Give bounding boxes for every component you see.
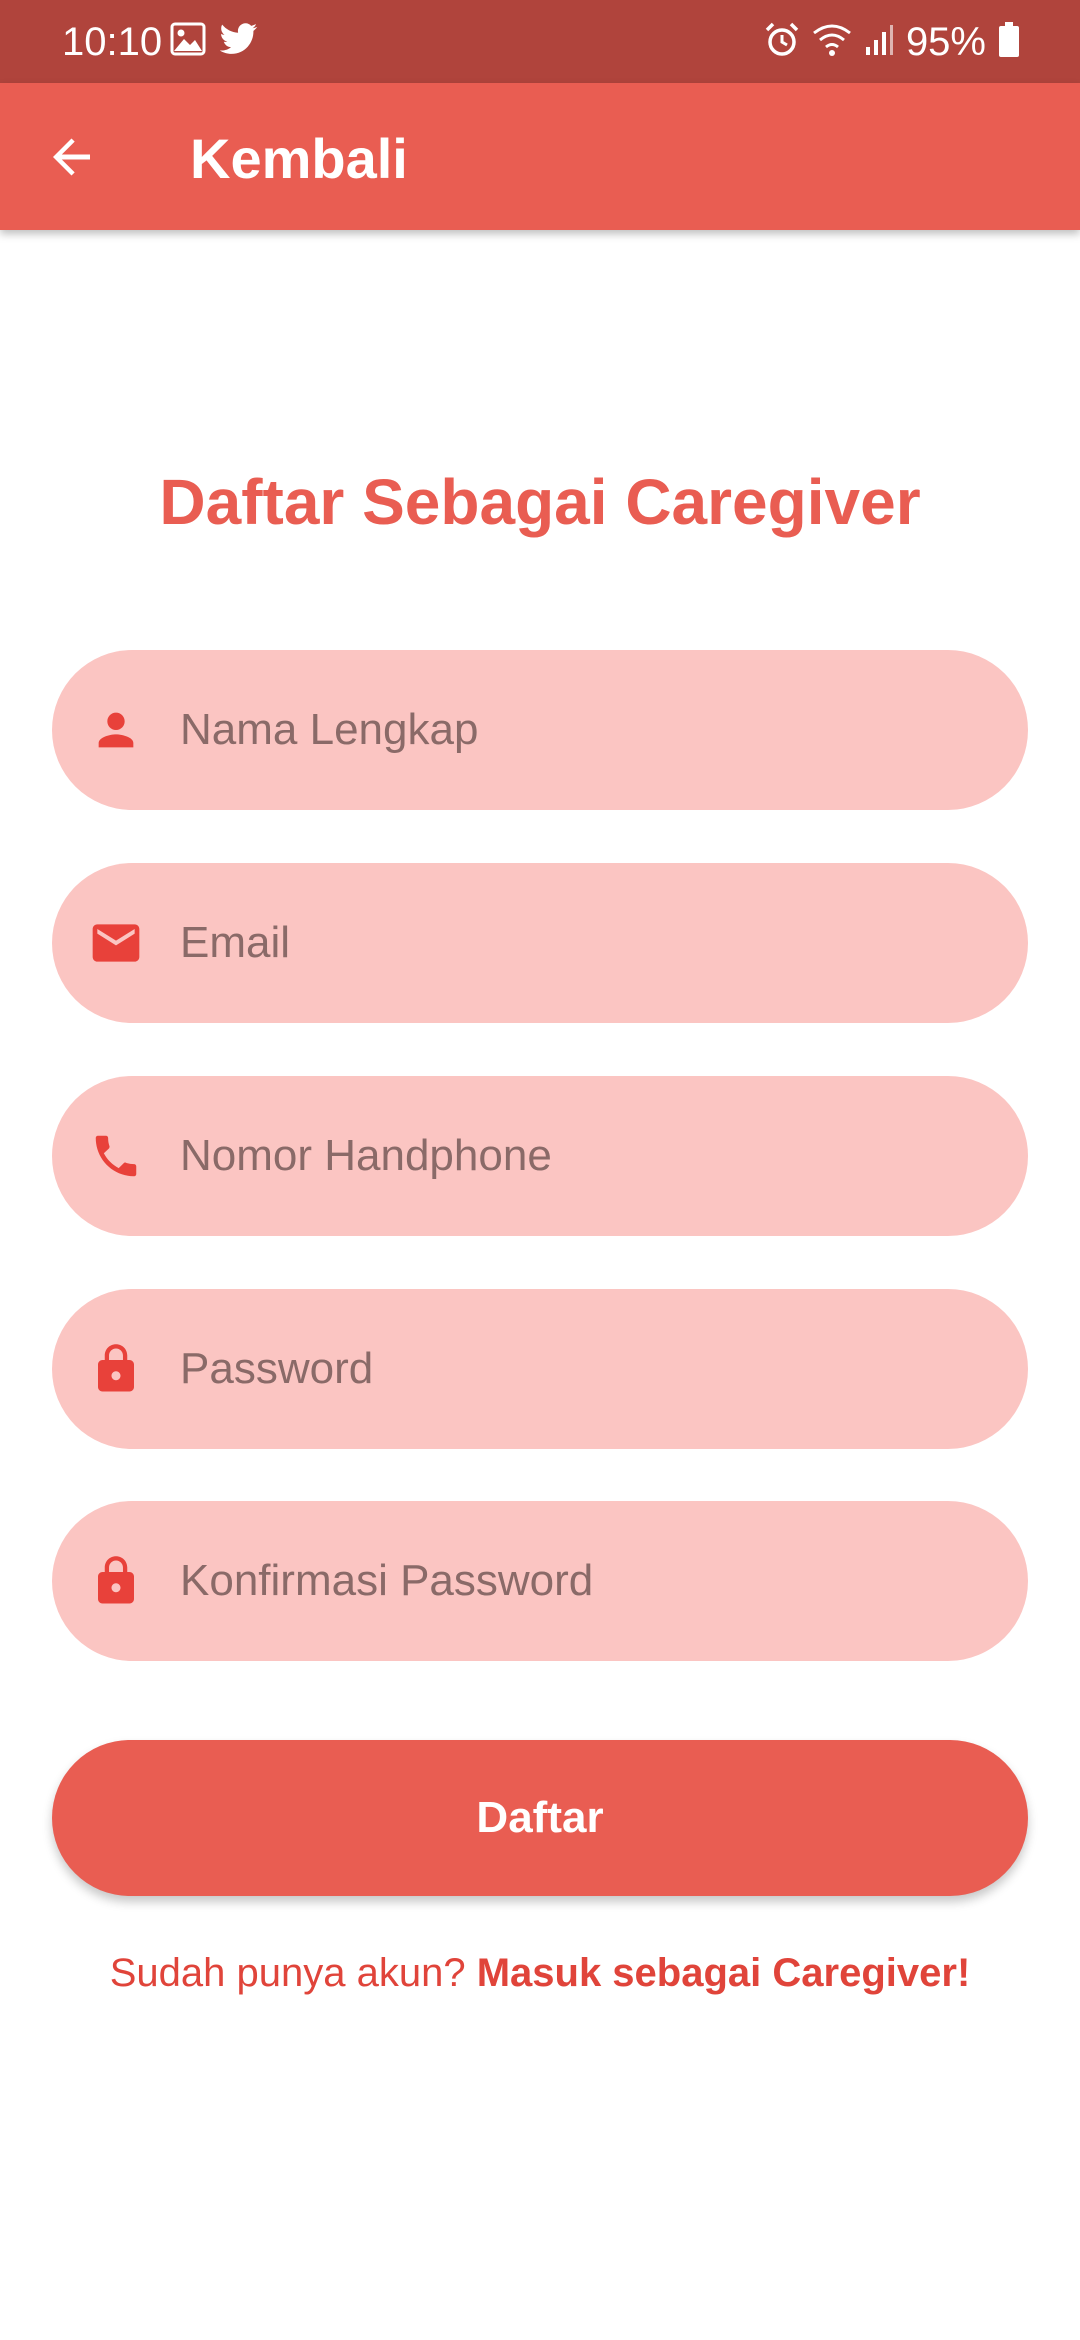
lock-icon	[86, 1339, 146, 1399]
arrow-left-icon	[48, 133, 96, 186]
status-time: 10:10	[62, 20, 163, 64]
battery-icon	[998, 21, 1020, 63]
status-bar: 10:10 95%	[0, 0, 1080, 83]
app-bar: Kembali	[0, 83, 1080, 230]
confirm-password-field[interactable]	[52, 1501, 1028, 1661]
phone-icon	[86, 1126, 146, 1186]
phone-input[interactable]	[180, 1076, 980, 1236]
confirm-password-input[interactable]	[180, 1501, 980, 1661]
phone-field[interactable]	[52, 1076, 1028, 1236]
mail-icon	[86, 913, 146, 973]
twitter-icon	[219, 23, 258, 60]
person-icon	[86, 700, 146, 760]
login-link[interactable]: Masuk sebagai Caregiver!	[477, 1951, 971, 1995]
system-icons: 95%	[764, 18, 1020, 66]
login-prompt-text: Sudah punya akun?	[109, 1951, 466, 1995]
image-icon	[170, 22, 206, 61]
email-field[interactable]	[52, 863, 1028, 1023]
back-button[interactable]	[36, 123, 108, 195]
password-field[interactable]	[52, 1289, 1028, 1449]
battery-percentage: 95%	[905, 20, 986, 64]
signal-icon	[864, 23, 894, 62]
lock-icon	[86, 1551, 146, 1611]
page-title: Daftar Sebagai Caregiver	[159, 466, 921, 538]
full-name-input[interactable]	[180, 650, 980, 810]
wifi-icon	[812, 23, 852, 62]
app-bar-title: Kembali	[190, 127, 408, 190]
full-name-field[interactable]	[52, 650, 1028, 810]
notification-icons	[170, 22, 258, 61]
alarm-icon	[764, 22, 800, 63]
password-input[interactable]	[180, 1289, 980, 1449]
email-input[interactable]	[180, 863, 980, 1023]
register-button[interactable]: Daftar	[52, 1740, 1028, 1896]
login-prompt: Sudah punya akun? Masuk sebagai Caregive…	[0, 1946, 1080, 2000]
